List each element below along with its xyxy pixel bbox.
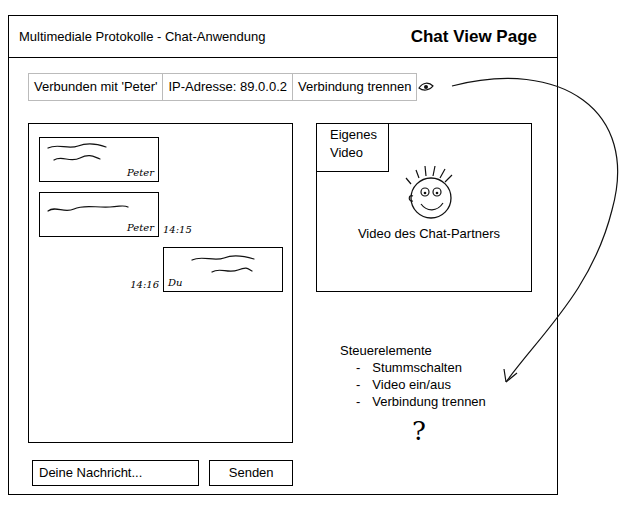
control-bullet: - bbox=[356, 376, 360, 393]
video-panel: Eigenes Video Video des Chat-Partners bbox=[316, 123, 532, 292]
scribble-icon bbox=[44, 195, 136, 223]
message-sender: Peter bbox=[127, 223, 154, 233]
title-bar: Multimediale Protokolle - Chat-Anwendung… bbox=[9, 16, 557, 58]
page: Multimediale Protokolle - Chat-Anwendung… bbox=[0, 0, 636, 510]
message-time: 14:16 bbox=[130, 280, 159, 290]
controls-title: Steuerelemente bbox=[340, 342, 532, 359]
partner-video-label: Video des Chat-Partners bbox=[358, 224, 500, 244]
chat-panel: Peter Peter 14:15 14:16 Du bbox=[28, 123, 293, 443]
control-label: Video ein/aus bbox=[372, 376, 451, 393]
control-bullet: - bbox=[356, 393, 360, 410]
main-row: Peter Peter 14:15 14:16 Du Deine Nachricht...… bbox=[28, 123, 557, 486]
connection-bar: Verbunden mit 'Peter'IP-Adresse: 89.0.0.… bbox=[28, 73, 557, 101]
side-column: Eigenes Video Video des Chat-Partners Steu… bbox=[316, 123, 532, 486]
message-bubble: Peter bbox=[39, 192, 159, 237]
control-label: Stummschalten bbox=[372, 359, 462, 376]
message-row: Peter bbox=[39, 137, 283, 182]
control-item[interactable]: -Video ein/aus bbox=[340, 376, 532, 393]
control-label: Verbindung trennen bbox=[372, 393, 485, 410]
message-bubble: Du bbox=[163, 247, 283, 292]
arrow-icon bbox=[0, 0, 636, 510]
control-item[interactable]: -Stummschalten bbox=[340, 359, 532, 376]
connection-cells: Verbunden mit 'Peter'IP-Adresse: 89.0.0.… bbox=[28, 73, 417, 101]
message-sender: Peter bbox=[127, 168, 154, 178]
scribble-icon bbox=[168, 250, 260, 278]
message-row: 14:16 Du bbox=[39, 247, 283, 292]
connection-cell: Verbunden mit 'Peter' bbox=[29, 74, 162, 100]
face-icon bbox=[389, 160, 469, 226]
window-title: Multimediale Protokolle - Chat-Anwendung bbox=[19, 27, 265, 47]
control-item[interactable]: -Verbindung trennen bbox=[340, 393, 532, 410]
control-bullet: - bbox=[356, 359, 360, 376]
scribble-icon bbox=[44, 140, 136, 168]
controls-note: ? bbox=[340, 416, 532, 446]
input-row: Deine Nachricht... Senden bbox=[28, 460, 293, 486]
message-bubble: Peter bbox=[39, 137, 159, 182]
connection-cell: IP-Adresse: 89.0.0.2 bbox=[162, 74, 292, 100]
own-video: Eigenes Video bbox=[316, 123, 389, 172]
message-input[interactable]: Deine Nachricht... bbox=[32, 460, 199, 486]
message-time: 14:15 bbox=[163, 225, 192, 235]
content: Verbunden mit 'Peter'IP-Adresse: 89.0.0.… bbox=[9, 58, 557, 486]
chat-column: Peter Peter 14:15 14:16 Du Deine Nachricht...… bbox=[28, 123, 293, 486]
send-button[interactable]: Senden bbox=[209, 460, 293, 486]
controls: Steuerelemente-Stummschalten-Video ein/a… bbox=[316, 342, 532, 446]
message-sender: Du bbox=[168, 278, 182, 288]
connection-cell[interactable]: Verbindung trennen bbox=[292, 74, 416, 100]
app-frame: Multimediale Protokolle - Chat-Anwendung… bbox=[8, 15, 558, 495]
eye-icon bbox=[418, 81, 434, 93]
page-label: Chat View Page bbox=[411, 24, 537, 50]
message-row: Peter 14:15 bbox=[39, 192, 283, 237]
